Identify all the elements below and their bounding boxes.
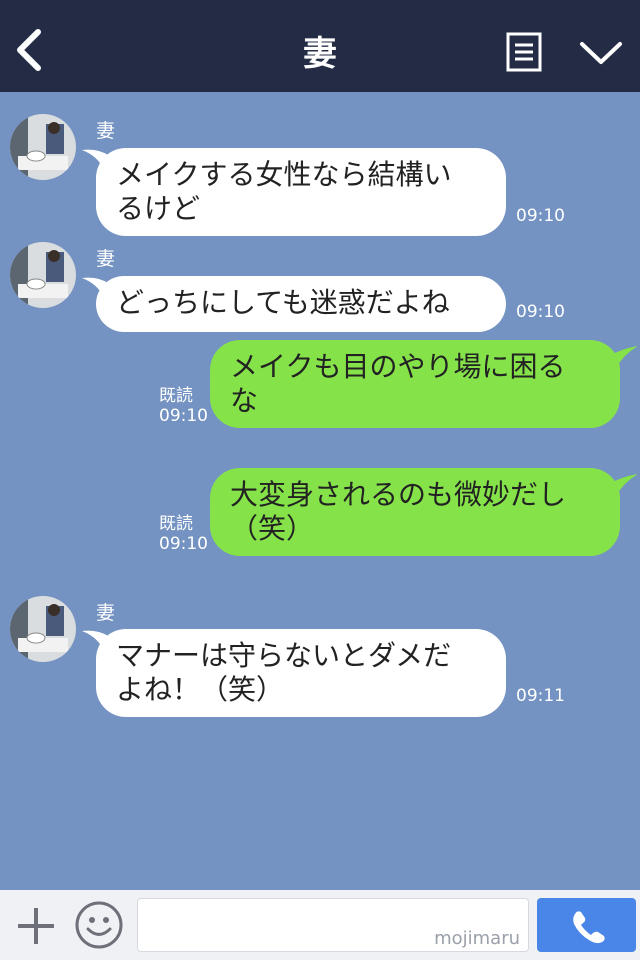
chevron-down-icon[interactable] <box>578 36 624 70</box>
read-receipt: 既読 09:10 <box>159 514 208 554</box>
message-line: メイクも目のやり場に困る <box>230 350 566 383</box>
sender-name: 妻 <box>96 248 116 270</box>
message-line: （笑） <box>230 512 315 545</box>
avatar[interactable] <box>10 114 76 180</box>
message-time: 09:10 <box>516 302 565 322</box>
message-bubble[interactable]: 大変身されるのも微妙だし （笑） <box>210 468 620 556</box>
message-line: どっちにしても迷惑だよね <box>116 286 450 319</box>
plus-icon[interactable] <box>14 904 58 948</box>
chat-header: 妻 <box>0 0 640 92</box>
message-line: な <box>230 384 259 417</box>
call-button[interactable] <box>537 898 636 952</box>
sender-name: 妻 <box>96 120 116 142</box>
message-time: 09:10 <box>159 406 208 426</box>
smiley-icon[interactable] <box>74 900 124 950</box>
message-bubble[interactable]: マナーは守らないとダメだ よね！（笑） <box>96 629 506 717</box>
message-bubble[interactable]: メイクする女性なら結構い るけど <box>96 148 506 236</box>
phone-icon <box>573 911 605 944</box>
message-line: よね！（笑） <box>116 673 285 706</box>
watermark-text: mojimaru <box>434 928 520 949</box>
input-bar: mojimaru <box>0 890 640 960</box>
message-time: 09:10 <box>516 206 565 226</box>
read-label: 既読 <box>159 514 193 534</box>
message-line: るけど <box>116 192 201 225</box>
sender-name: 妻 <box>96 602 116 624</box>
message-line: 大変身されるのも微妙だし <box>230 478 567 511</box>
avatar[interactable] <box>10 596 76 662</box>
notes-icon[interactable] <box>506 32 542 72</box>
message-line: マナーは守らないとダメだ <box>116 639 452 672</box>
message-time: 09:10 <box>159 534 208 554</box>
message-line: メイクする女性なら結構い <box>116 158 452 191</box>
bubble-tail <box>608 346 638 368</box>
avatar[interactable] <box>10 242 76 308</box>
read-label: 既読 <box>159 386 193 406</box>
chat-title: 妻 <box>303 34 337 74</box>
message-bubble[interactable]: どっちにしても迷惑だよね <box>96 276 506 332</box>
message-input[interactable]: mojimaru <box>137 898 529 952</box>
bubble-tail <box>608 474 638 496</box>
message-time: 09:11 <box>516 686 565 706</box>
chat-messages[interactable]: 妻 メイクする女性なら結構い るけど 09:10 妻 どっちにしても迷惑だよね … <box>0 92 640 890</box>
read-receipt: 既読 09:10 <box>159 386 208 426</box>
message-bubble[interactable]: メイクも目のやり場に困る な <box>210 340 620 428</box>
